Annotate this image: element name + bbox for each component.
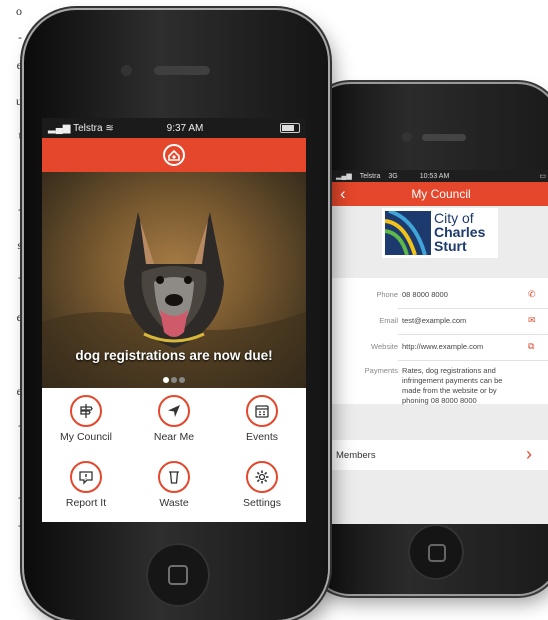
page-fragment: -	[18, 418, 22, 432]
signal-icon: ▂▄▆	[48, 122, 74, 134]
hero-banner[interactable]: dog registrations are now due!	[42, 172, 306, 388]
speaker	[422, 134, 466, 141]
page-fragment: -	[18, 30, 22, 44]
signpost-icon	[70, 395, 102, 427]
logo-line-3: Sturt	[434, 238, 467, 254]
row-value: http://www.example.com	[402, 342, 484, 351]
page-fragment: -	[18, 270, 22, 284]
menu-item-events[interactable]: Events	[218, 388, 306, 455]
page-fragment: -	[18, 202, 22, 216]
carrier-label: Telstra	[359, 172, 381, 180]
contact-details: Phone 08 8000 8000 ✆ Email test@example.…	[332, 278, 548, 405]
menu-grid: My Council Near Me Events Report It Wast…	[42, 388, 306, 522]
network-label: 3G	[388, 172, 398, 180]
divider	[398, 334, 548, 335]
page-dot[interactable]	[179, 377, 185, 383]
signal-icon: ▂▄▆	[336, 173, 352, 180]
page-fragment: t	[18, 128, 22, 142]
row-key: Email	[379, 316, 398, 325]
phone-icon[interactable]: ✆	[528, 289, 536, 300]
home-button[interactable]	[146, 543, 210, 607]
row-key: Payments	[364, 366, 398, 375]
chevron-right-icon: ›	[526, 444, 532, 464]
camera	[121, 65, 132, 76]
members-label: Members	[336, 449, 376, 461]
gear-icon	[246, 461, 278, 493]
page-fragment: u	[16, 94, 22, 108]
calendar-icon	[246, 395, 278, 427]
nav-title: My Council	[411, 187, 471, 201]
speaker	[154, 66, 210, 75]
menu-item-waste[interactable]: Waste	[130, 454, 218, 521]
menu-item-my-council[interactable]: My Council	[42, 388, 130, 455]
menu-label: Settings	[243, 497, 281, 509]
clock: 10:53 AM	[419, 172, 450, 180]
location-arrow-icon	[158, 395, 190, 427]
menu-label: Near Me	[153, 431, 195, 443]
menu-label: Waste	[159, 497, 189, 509]
page-fragment: -	[18, 518, 22, 532]
menu-item-near-me[interactable]: Near Me	[130, 388, 218, 455]
app-logo-icon[interactable]	[162, 143, 186, 167]
page-fragment: o	[16, 4, 22, 18]
mail-icon[interactable]: ✉	[528, 315, 536, 326]
logo-line-2: Charles	[434, 224, 486, 240]
home-button[interactable]	[408, 524, 464, 580]
back-phone-screen: ▂▄▆ Telstra 3G 10:53 AM ▭ ‹ My Council C…	[332, 170, 548, 524]
report-icon	[70, 461, 102, 493]
battery-icon	[280, 123, 300, 133]
camera	[402, 132, 412, 142]
status-bar: ▂▄▆ Telstra ≋ 9:37 AM	[42, 118, 306, 138]
external-link-icon[interactable]: ⧉	[528, 341, 534, 352]
back-chevron-icon[interactable]: ‹	[340, 184, 346, 204]
members-row[interactable]: Members ›	[332, 440, 548, 470]
page-fragment: s	[17, 238, 22, 252]
carrier: ▂▄▆ Telstra ≋	[48, 123, 118, 134]
hero-caption: dog registrations are now due!	[75, 348, 273, 363]
logo-line-1: City of	[434, 210, 474, 226]
row-value: 08 8000 8000	[402, 290, 448, 299]
page-dot[interactable]	[163, 377, 169, 383]
page-dot[interactable]	[171, 377, 177, 383]
page-indicator[interactable]	[42, 370, 306, 388]
page-fragment: e	[16, 310, 22, 324]
wifi-icon: ≋	[105, 122, 114, 134]
nav-bar: ‹ My Council	[332, 182, 548, 206]
menu-label: My Council	[60, 431, 112, 443]
logo-mark-icon	[385, 211, 431, 255]
carrier-label: Telstra	[73, 122, 103, 134]
battery-icon: ▭	[539, 173, 546, 180]
divider	[398, 308, 548, 309]
menu-item-report-it[interactable]: Report It	[42, 454, 130, 521]
council-logo: City of Charles Sturt	[382, 208, 498, 258]
divider	[398, 360, 548, 361]
page-fragment: e	[16, 58, 22, 72]
menu-item-settings[interactable]: Settings	[218, 454, 306, 521]
row-value: test@example.com	[402, 316, 467, 325]
page-fragment: -	[18, 490, 22, 504]
row-key: Website	[371, 342, 398, 351]
clock: 9:37 AM	[166, 122, 204, 134]
status-bar: ▂▄▆ Telstra 3G 10:53 AM ▭	[332, 170, 548, 182]
row-key: Phone	[376, 290, 398, 299]
bin-icon	[158, 461, 190, 493]
front-phone-screen: ▂▄▆ Telstra ≋ 9:37 AM dog registrations …	[42, 118, 306, 522]
menu-label: Report It	[65, 497, 107, 509]
page-fragment: e	[16, 384, 22, 398]
menu-label: Events	[245, 431, 279, 443]
logo-text: City of Charles Sturt	[434, 211, 485, 253]
row-value: Rates, dog registrations and infringemen…	[402, 366, 503, 405]
app-header	[42, 138, 306, 172]
